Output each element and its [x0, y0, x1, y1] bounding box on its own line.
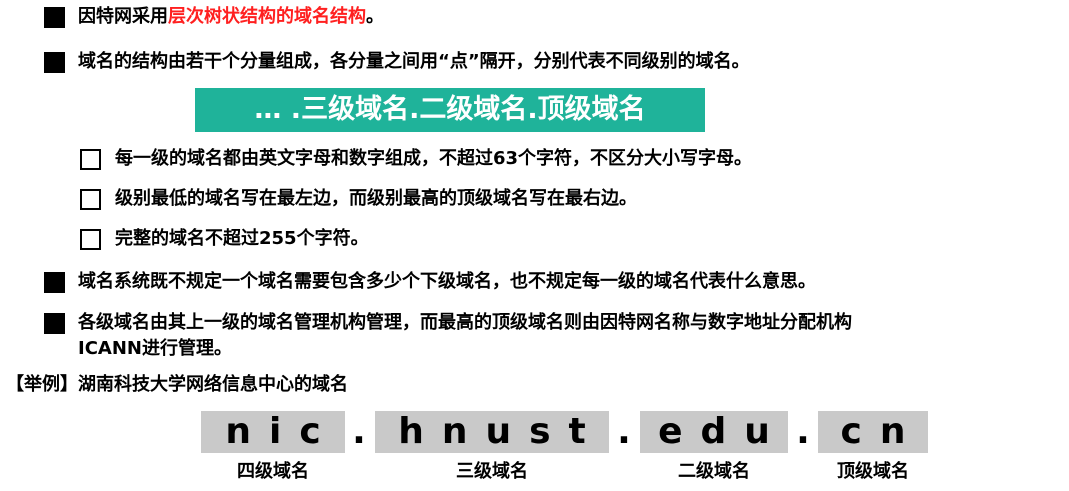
bullet-line-4b: ICANN进行管理。: [78, 338, 232, 359]
bullet-1-highlight: 层次树状结构的域名结构: [168, 6, 366, 27]
domain-dot-3: .: [796, 411, 810, 452]
level-label-3: 三级域名: [456, 461, 528, 482]
bullet-line-4a: 各级域名由其上一级的域名管理机构管理，而最高的顶级域名则由因特网名称与数字地址分…: [78, 312, 852, 333]
bullet-1-suffix: 。: [366, 6, 384, 27]
domain-segment-nic: nic: [201, 411, 345, 453]
domain-dot-2: .: [617, 411, 631, 452]
domain-hierarchy-banner: … .三级域名.二级域名.顶级域名: [195, 88, 705, 132]
sub-item-1: 每一级的域名都由英文字母和数字组成，不超过63个字符，不区分大小写字母。: [115, 148, 753, 169]
domain-dot-1: .: [352, 411, 366, 452]
bullet-square-icon: [44, 52, 65, 73]
sub-item-3: 完整的域名不超过255个字符。: [115, 228, 369, 249]
domain-segment-cn: cn: [818, 411, 928, 453]
checkbox-icon: [80, 229, 101, 250]
checkbox-icon: [80, 149, 101, 170]
level-label-4: 四级域名: [237, 461, 309, 482]
bullet-line-3: 域名系统既不规定一个域名需要包含多少个下级域名，也不规定每一级的域名代表什么意思…: [78, 271, 816, 292]
bullet-line-2: 域名的结构由若干个分量组成，各分量之间用“点”隔开，分别代表不同级别的域名。: [78, 51, 750, 72]
checkbox-icon: [80, 189, 101, 210]
domain-segment-edu: edu: [640, 411, 788, 453]
bullet-square-icon: [44, 313, 65, 334]
domain-segment-hnust: hnust: [375, 411, 609, 453]
example-title: 【举例】湖南科技大学网络信息中心的域名: [6, 374, 348, 395]
bullet-square-icon: [44, 7, 65, 28]
sub-item-2: 级别最低的域名写在最左边，而级别最高的顶级域名写在最右边。: [115, 188, 637, 209]
level-label-top: 顶级域名: [837, 461, 909, 482]
level-label-2: 二级域名: [678, 461, 750, 482]
bullet-1-prefix: 因特网采用: [78, 6, 168, 27]
bullet-line-1: 因特网采用层次树状结构的域名结构。: [78, 6, 384, 28]
bullet-square-icon: [44, 272, 65, 293]
